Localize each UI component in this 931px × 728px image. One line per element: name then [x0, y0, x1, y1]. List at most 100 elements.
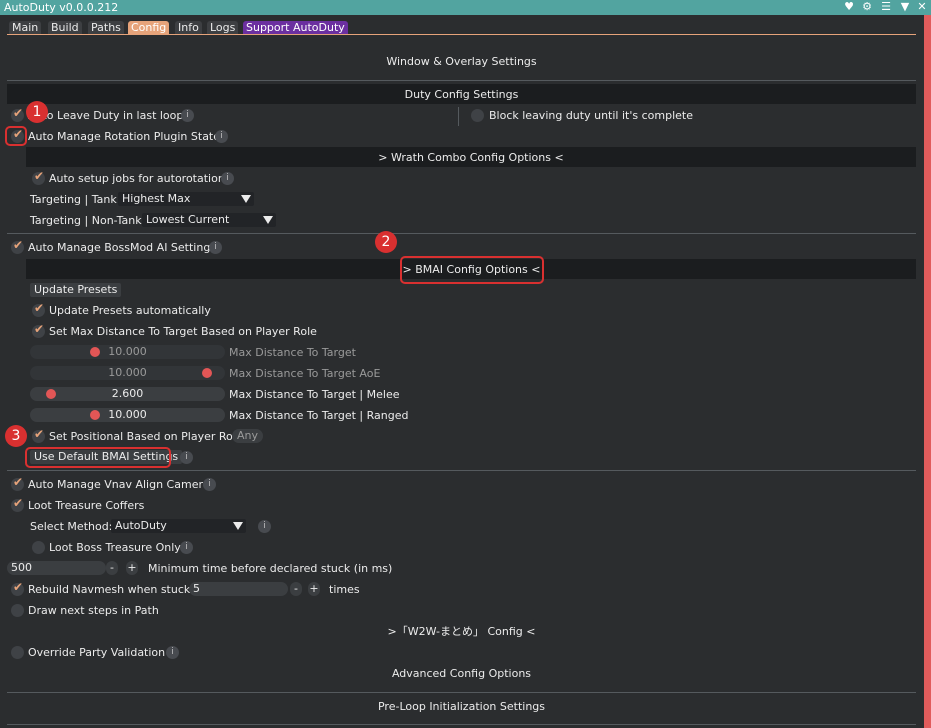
- set-max-distance-label: Set Max Distance To Target Based on Play…: [49, 325, 317, 338]
- annotation-badge-3: 3: [5, 425, 27, 447]
- info-icon[interactable]: i: [215, 130, 228, 143]
- stuck-time-increment[interactable]: +: [126, 561, 138, 575]
- targeting-nontank-select[interactable]: Lowest Current: [142, 213, 276, 227]
- rebuild-navmesh-label: Rebuild Navmesh when stuck: [28, 583, 191, 596]
- positional-select[interactable]: Any: [232, 429, 264, 443]
- override-party-label: Override Party Validation: [28, 646, 166, 659]
- select-method-value: AutoDuty: [115, 519, 167, 532]
- rebuild-times-label: times: [329, 583, 360, 596]
- stuck-time-value: 500: [11, 561, 32, 574]
- info-icon[interactable]: i: [258, 520, 271, 533]
- auto-manage-bossmod-checkbox[interactable]: ✔: [11, 238, 24, 254]
- slider-value: 10.000: [108, 408, 147, 421]
- scrollbar[interactable]: [924, 15, 931, 728]
- section-advanced-config[interactable]: Advanced Config Options: [7, 666, 916, 681]
- checkmark-icon: ✔: [34, 301, 45, 315]
- close-icon[interactable]: ✕: [916, 0, 928, 14]
- rebuild-times-value: 5: [193, 582, 200, 595]
- divider: [7, 80, 916, 81]
- window-title: AutoDuty v0.0.0.212: [4, 1, 119, 14]
- tab-support-autoduty[interactable]: Support AutoDuty: [243, 21, 348, 35]
- checkmark-icon: ✔: [13, 580, 24, 594]
- rebuild-times-input[interactable]: 5: [189, 582, 288, 596]
- draw-next-steps-checkbox[interactable]: [11, 604, 24, 617]
- info-icon[interactable]: i: [166, 646, 179, 659]
- targeting-tank-value: Highest Max: [122, 192, 191, 205]
- checkmark-icon: ✔: [13, 496, 24, 510]
- update-presets-auto-checkbox[interactable]: ✔: [32, 301, 45, 317]
- section-w2w-config[interactable]: >「W2W-まとめ」 Config <: [7, 624, 916, 639]
- auto-manage-bossmod-label: Auto Manage BossMod AI Settings: [28, 241, 217, 254]
- divider: [7, 470, 916, 471]
- tab-config[interactable]: Config: [128, 21, 170, 35]
- menu-icon[interactable]: ☰: [880, 0, 892, 14]
- gear-icon[interactable]: ⚙: [861, 0, 873, 14]
- tab-paths[interactable]: Paths: [88, 21, 124, 35]
- slider-value: 10.000: [108, 366, 147, 379]
- loot-treasure-checkbox[interactable]: ✔: [11, 496, 24, 512]
- info-icon[interactable]: i: [181, 109, 194, 122]
- heart-icon[interactable]: ♥: [843, 0, 855, 14]
- select-method-label: Select Method:: [30, 520, 113, 533]
- block-leaving-checkbox[interactable]: [471, 109, 484, 122]
- slider-value: 10.000: [108, 345, 147, 358]
- info-icon[interactable]: i: [180, 541, 193, 554]
- max-distance-melee-slider[interactable]: 2.600: [30, 387, 225, 401]
- set-positional-checkbox[interactable]: ✔: [32, 427, 45, 443]
- annotation-badge-2: 2: [375, 231, 397, 253]
- loot-boss-only-checkbox[interactable]: [32, 541, 45, 554]
- divider: [7, 724, 916, 725]
- annotation-box-2: [400, 256, 544, 284]
- loot-boss-only-label: Loot Boss Treasure Only: [49, 541, 181, 554]
- vnav-align-checkbox[interactable]: ✔: [11, 475, 24, 491]
- targeting-tank-label: Targeting | Tank:: [30, 193, 121, 206]
- tab-build[interactable]: Build: [48, 21, 82, 35]
- stuck-time-decrement[interactable]: -: [106, 561, 118, 575]
- info-icon[interactable]: i: [209, 241, 222, 254]
- slider-label: Max Distance To Target | Melee: [229, 388, 400, 401]
- set-max-distance-checkbox[interactable]: ✔: [32, 322, 45, 338]
- chevron-down-icon: [233, 522, 243, 530]
- info-icon[interactable]: i: [203, 478, 216, 491]
- select-method-dropdown[interactable]: AutoDuty: [111, 519, 246, 533]
- tab-info[interactable]: Info: [175, 21, 202, 35]
- update-presets-button[interactable]: Update Presets: [30, 283, 122, 297]
- checkmark-icon: ✔: [34, 427, 45, 441]
- max-distance-slider[interactable]: 10.000: [30, 345, 225, 359]
- draw-next-steps-label: Draw next steps in Path: [28, 604, 159, 617]
- auto-leave-checkbox[interactable]: ✔: [11, 106, 24, 122]
- title-bar[interactable]: [0, 0, 931, 15]
- slider-label: Max Distance To Target: [229, 346, 356, 359]
- targeting-tank-select[interactable]: Highest Max: [118, 192, 254, 206]
- checkmark-icon: ✔: [34, 169, 45, 183]
- stuck-time-input[interactable]: 500: [7, 561, 106, 575]
- auto-leave-label: Auto Leave Duty in last loop: [28, 109, 184, 122]
- chevron-down-icon: [241, 195, 251, 203]
- tab-logs[interactable]: Logs: [207, 21, 239, 35]
- info-icon[interactable]: i: [221, 172, 234, 185]
- annotation-box-3: [25, 447, 171, 468]
- slider-label: Max Distance To Target | Ranged: [229, 409, 409, 422]
- section-duty-config[interactable]: Duty Config Settings: [7, 87, 916, 102]
- auto-setup-jobs-checkbox[interactable]: ✔: [32, 169, 45, 185]
- collapse-icon[interactable]: ▼: [899, 0, 911, 14]
- override-party-checkbox[interactable]: [11, 646, 24, 659]
- rebuild-times-increment[interactable]: +: [308, 582, 320, 596]
- slider-value: 2.600: [111, 387, 144, 400]
- chevron-down-icon: [263, 216, 273, 224]
- stuck-time-label: Minimum time before declared stuck (in m…: [148, 562, 393, 575]
- max-distance-aoe-slider[interactable]: 10.000: [30, 366, 225, 380]
- info-icon[interactable]: i: [180, 451, 193, 464]
- rebuild-times-decrement[interactable]: -: [290, 582, 302, 596]
- divider: [7, 692, 916, 693]
- tab-underline: [7, 34, 916, 35]
- annotation-box-1: [5, 126, 27, 146]
- section-wrath-combo[interactable]: > Wrath Combo Config Options <: [26, 150, 916, 165]
- loot-treasure-label: Loot Treasure Coffers: [28, 499, 145, 512]
- vnav-align-label: Auto Manage Vnav Align Camera: [28, 478, 210, 491]
- rebuild-navmesh-checkbox[interactable]: ✔: [11, 580, 24, 596]
- section-preloop-settings[interactable]: Pre-Loop Initialization Settings: [7, 699, 916, 714]
- max-distance-ranged-slider[interactable]: 10.000: [30, 408, 225, 422]
- section-window-overlay[interactable]: Window & Overlay Settings: [7, 54, 916, 69]
- tab-main[interactable]: Main: [9, 21, 42, 35]
